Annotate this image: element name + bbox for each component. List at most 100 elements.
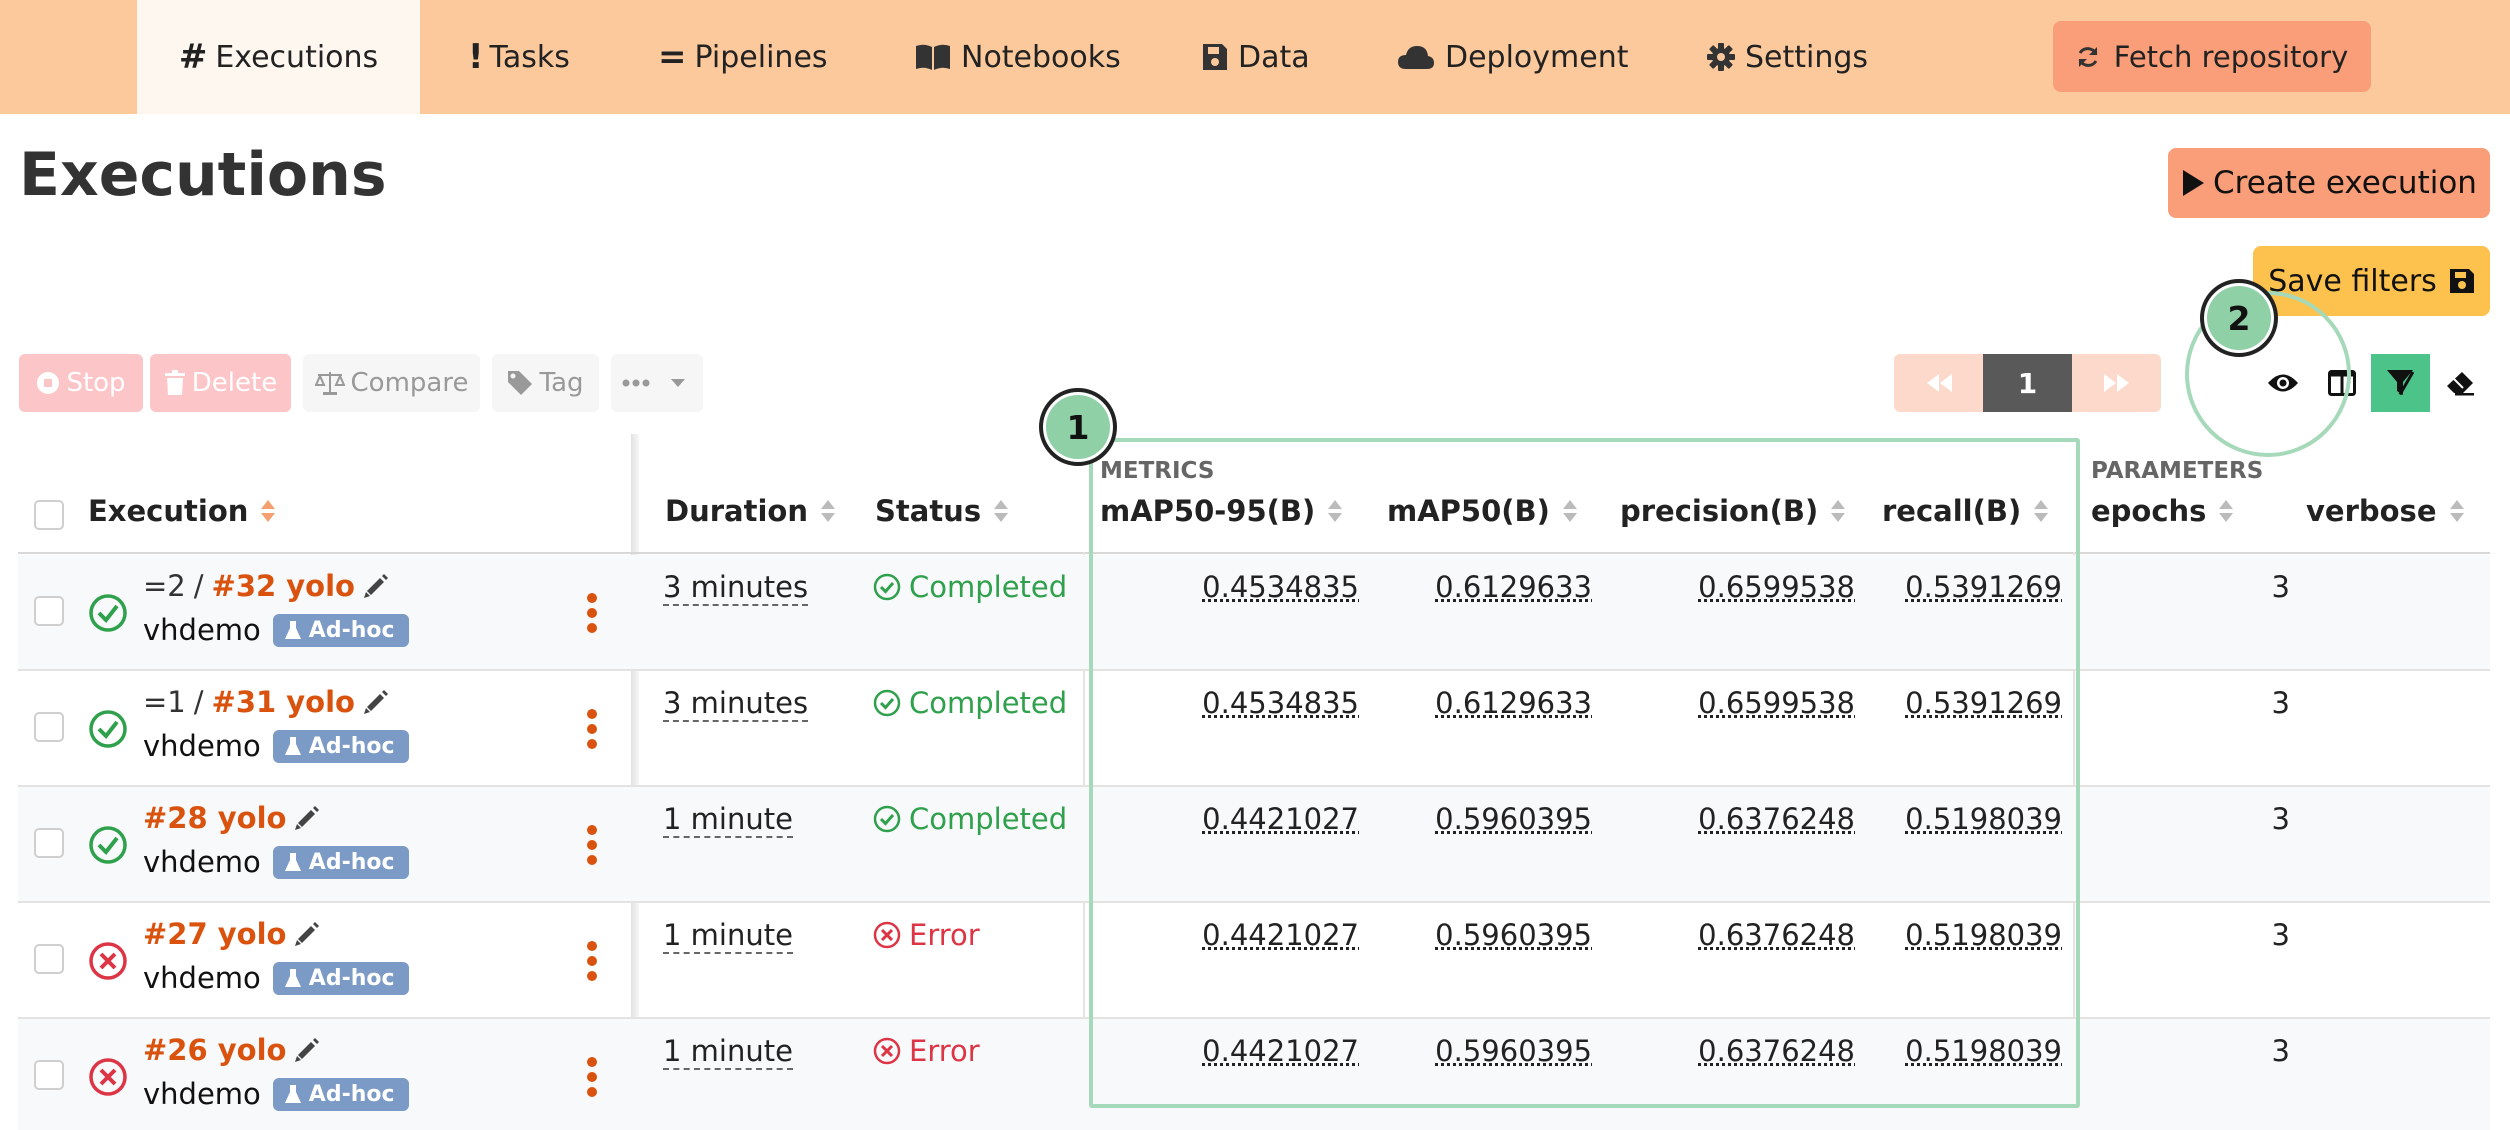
duration-cell: 3 minutes	[663, 570, 809, 606]
column-header-execution[interactable]: Execution	[88, 494, 276, 528]
check-circle-icon	[873, 805, 901, 833]
column-header-duration[interactable]: Duration	[665, 494, 836, 528]
execution-title: #27 yolo	[143, 917, 409, 951]
execution-title: #28 yolo	[143, 801, 409, 835]
tab-label: Settings	[1745, 39, 1869, 75]
clear-filters-button[interactable]	[2430, 354, 2489, 412]
row-actions-icon[interactable]	[586, 824, 598, 866]
tab-pipelines[interactable]: = Pipelines	[658, 0, 828, 114]
badge-label: Ad-hoc	[308, 965, 395, 991]
execution-link[interactable]: #32 yolo	[212, 569, 355, 603]
pipeline-step-prefix: =2	[143, 569, 186, 603]
pipeline-step-prefix: =1	[143, 685, 186, 719]
stop-button[interactable]: Stop	[19, 354, 143, 412]
row-actions-icon[interactable]	[586, 592, 598, 634]
row-checkbox[interactable]	[34, 944, 64, 974]
filter-icon	[2386, 370, 2414, 396]
column-header-verbose[interactable]: verbose	[2306, 494, 2465, 528]
execution-title: #26 yolo	[143, 1033, 409, 1067]
pager-previous-button[interactable]	[1894, 354, 1983, 412]
tab-settings[interactable]: Settings	[1707, 0, 1868, 114]
stop-circle-icon	[37, 372, 60, 394]
pencil-icon	[295, 1038, 320, 1062]
badge-label: Ad-hoc	[308, 849, 395, 875]
filter-button[interactable]	[2371, 354, 2430, 412]
duration-cell: 1 minute	[663, 918, 793, 954]
creator-row: vhdemo Ad-hoc	[143, 613, 409, 647]
gear-icon	[1707, 43, 1735, 71]
create-execution-button[interactable]: Create execution	[2168, 148, 2490, 218]
creator-name: vhdemo	[143, 1077, 261, 1111]
floppy-disk-icon	[2449, 269, 2474, 293]
tag-icon	[508, 371, 533, 395]
fetch-repository-label: Fetch repository	[2113, 39, 2349, 74]
flask-icon	[284, 969, 301, 987]
execution-title: =1/#31 yolo	[143, 685, 409, 719]
row-checkbox[interactable]	[34, 596, 64, 626]
flask-icon	[284, 737, 301, 755]
annotation-marker-1: 1	[1039, 388, 1117, 466]
ellipsis-icon	[622, 379, 650, 387]
fetch-repository-button[interactable]: Fetch repository	[2053, 21, 2371, 92]
tab-data[interactable]: Data	[1202, 0, 1310, 114]
status-cell: Error	[873, 1034, 980, 1068]
tab-label: Pipelines	[694, 39, 828, 75]
execution-cell: #27 yolo vhdemo Ad-hoc	[143, 917, 409, 995]
duration-cell: 1 minute	[663, 802, 793, 838]
tab-tasks[interactable]: ! Tasks	[468, 0, 570, 114]
creator-name: vhdemo	[143, 729, 261, 763]
creator-row: vhdemo Ad-hoc	[143, 961, 409, 995]
duration-cell: 3 minutes	[663, 686, 809, 722]
row-actions-icon[interactable]	[586, 940, 598, 982]
tag-button[interactable]: Tag	[492, 354, 599, 412]
row-actions-icon[interactable]	[586, 708, 598, 750]
tab-deployment[interactable]: Deployment	[1397, 0, 1629, 114]
status-label: Completed	[909, 802, 1068, 836]
play-icon	[2183, 170, 2205, 196]
caret-down-icon	[671, 379, 685, 387]
delete-label: Delete	[191, 368, 278, 398]
pager-next-button[interactable]	[2072, 354, 2161, 412]
column-header-epochs[interactable]: epochs	[2091, 494, 2234, 528]
row-checkbox[interactable]	[34, 1060, 64, 1090]
execution-link[interactable]: #26 yolo	[143, 1033, 286, 1067]
row-checkbox[interactable]	[34, 712, 64, 742]
row-actions-icon[interactable]	[586, 1056, 598, 1098]
execution-link[interactable]: #28 yolo	[143, 801, 286, 835]
tab-label: Tasks	[489, 39, 570, 75]
execution-link[interactable]: #31 yolo	[212, 685, 355, 719]
sort-icon	[994, 500, 1009, 522]
more-actions-dropdown[interactable]	[611, 354, 703, 412]
pencil-icon	[295, 806, 320, 830]
execution-title: =2/#32 yolo	[143, 569, 409, 603]
status-cell: Error	[873, 918, 980, 952]
pager-current-page[interactable]: 1	[1983, 354, 2072, 412]
duration-cell: 1 minute	[663, 1034, 793, 1070]
hash-icon: #	[178, 37, 208, 77]
adhoc-badge: Ad-hoc	[272, 613, 409, 647]
delete-button[interactable]: Delete	[150, 354, 291, 412]
tag-label: Tag	[539, 368, 584, 398]
column-header-status[interactable]: Status	[875, 494, 1009, 528]
status-label: Error	[909, 1034, 980, 1068]
sort-icon-active	[261, 500, 276, 522]
pencil-icon	[363, 574, 388, 598]
execution-cell: =2/#32 yolo vhdemo Ad-hoc	[143, 569, 409, 647]
error-circle-icon	[89, 1058, 127, 1096]
tab-notebooks[interactable]: Notebooks	[915, 0, 1121, 114]
parameters-group-label: PARAMETERS	[2091, 458, 2264, 484]
balance-scale-icon	[314, 372, 345, 395]
row-checkbox[interactable]	[34, 828, 64, 858]
save-filters-label: Save filters	[2268, 263, 2437, 299]
select-all-checkbox[interactable]	[34, 500, 64, 530]
adhoc-badge: Ad-hoc	[272, 961, 409, 995]
eraser-icon	[2446, 372, 2474, 396]
badge-label: Ad-hoc	[308, 617, 395, 643]
double-chevron-left-icon	[1926, 374, 1952, 392]
status-label: Completed	[909, 570, 1068, 604]
tab-executions[interactable]: # Executions	[137, 0, 420, 114]
compare-button[interactable]: Compare	[303, 354, 480, 412]
tab-label: Notebooks	[961, 39, 1121, 75]
tab-label: Deployment	[1445, 39, 1629, 75]
execution-link[interactable]: #27 yolo	[143, 917, 286, 951]
